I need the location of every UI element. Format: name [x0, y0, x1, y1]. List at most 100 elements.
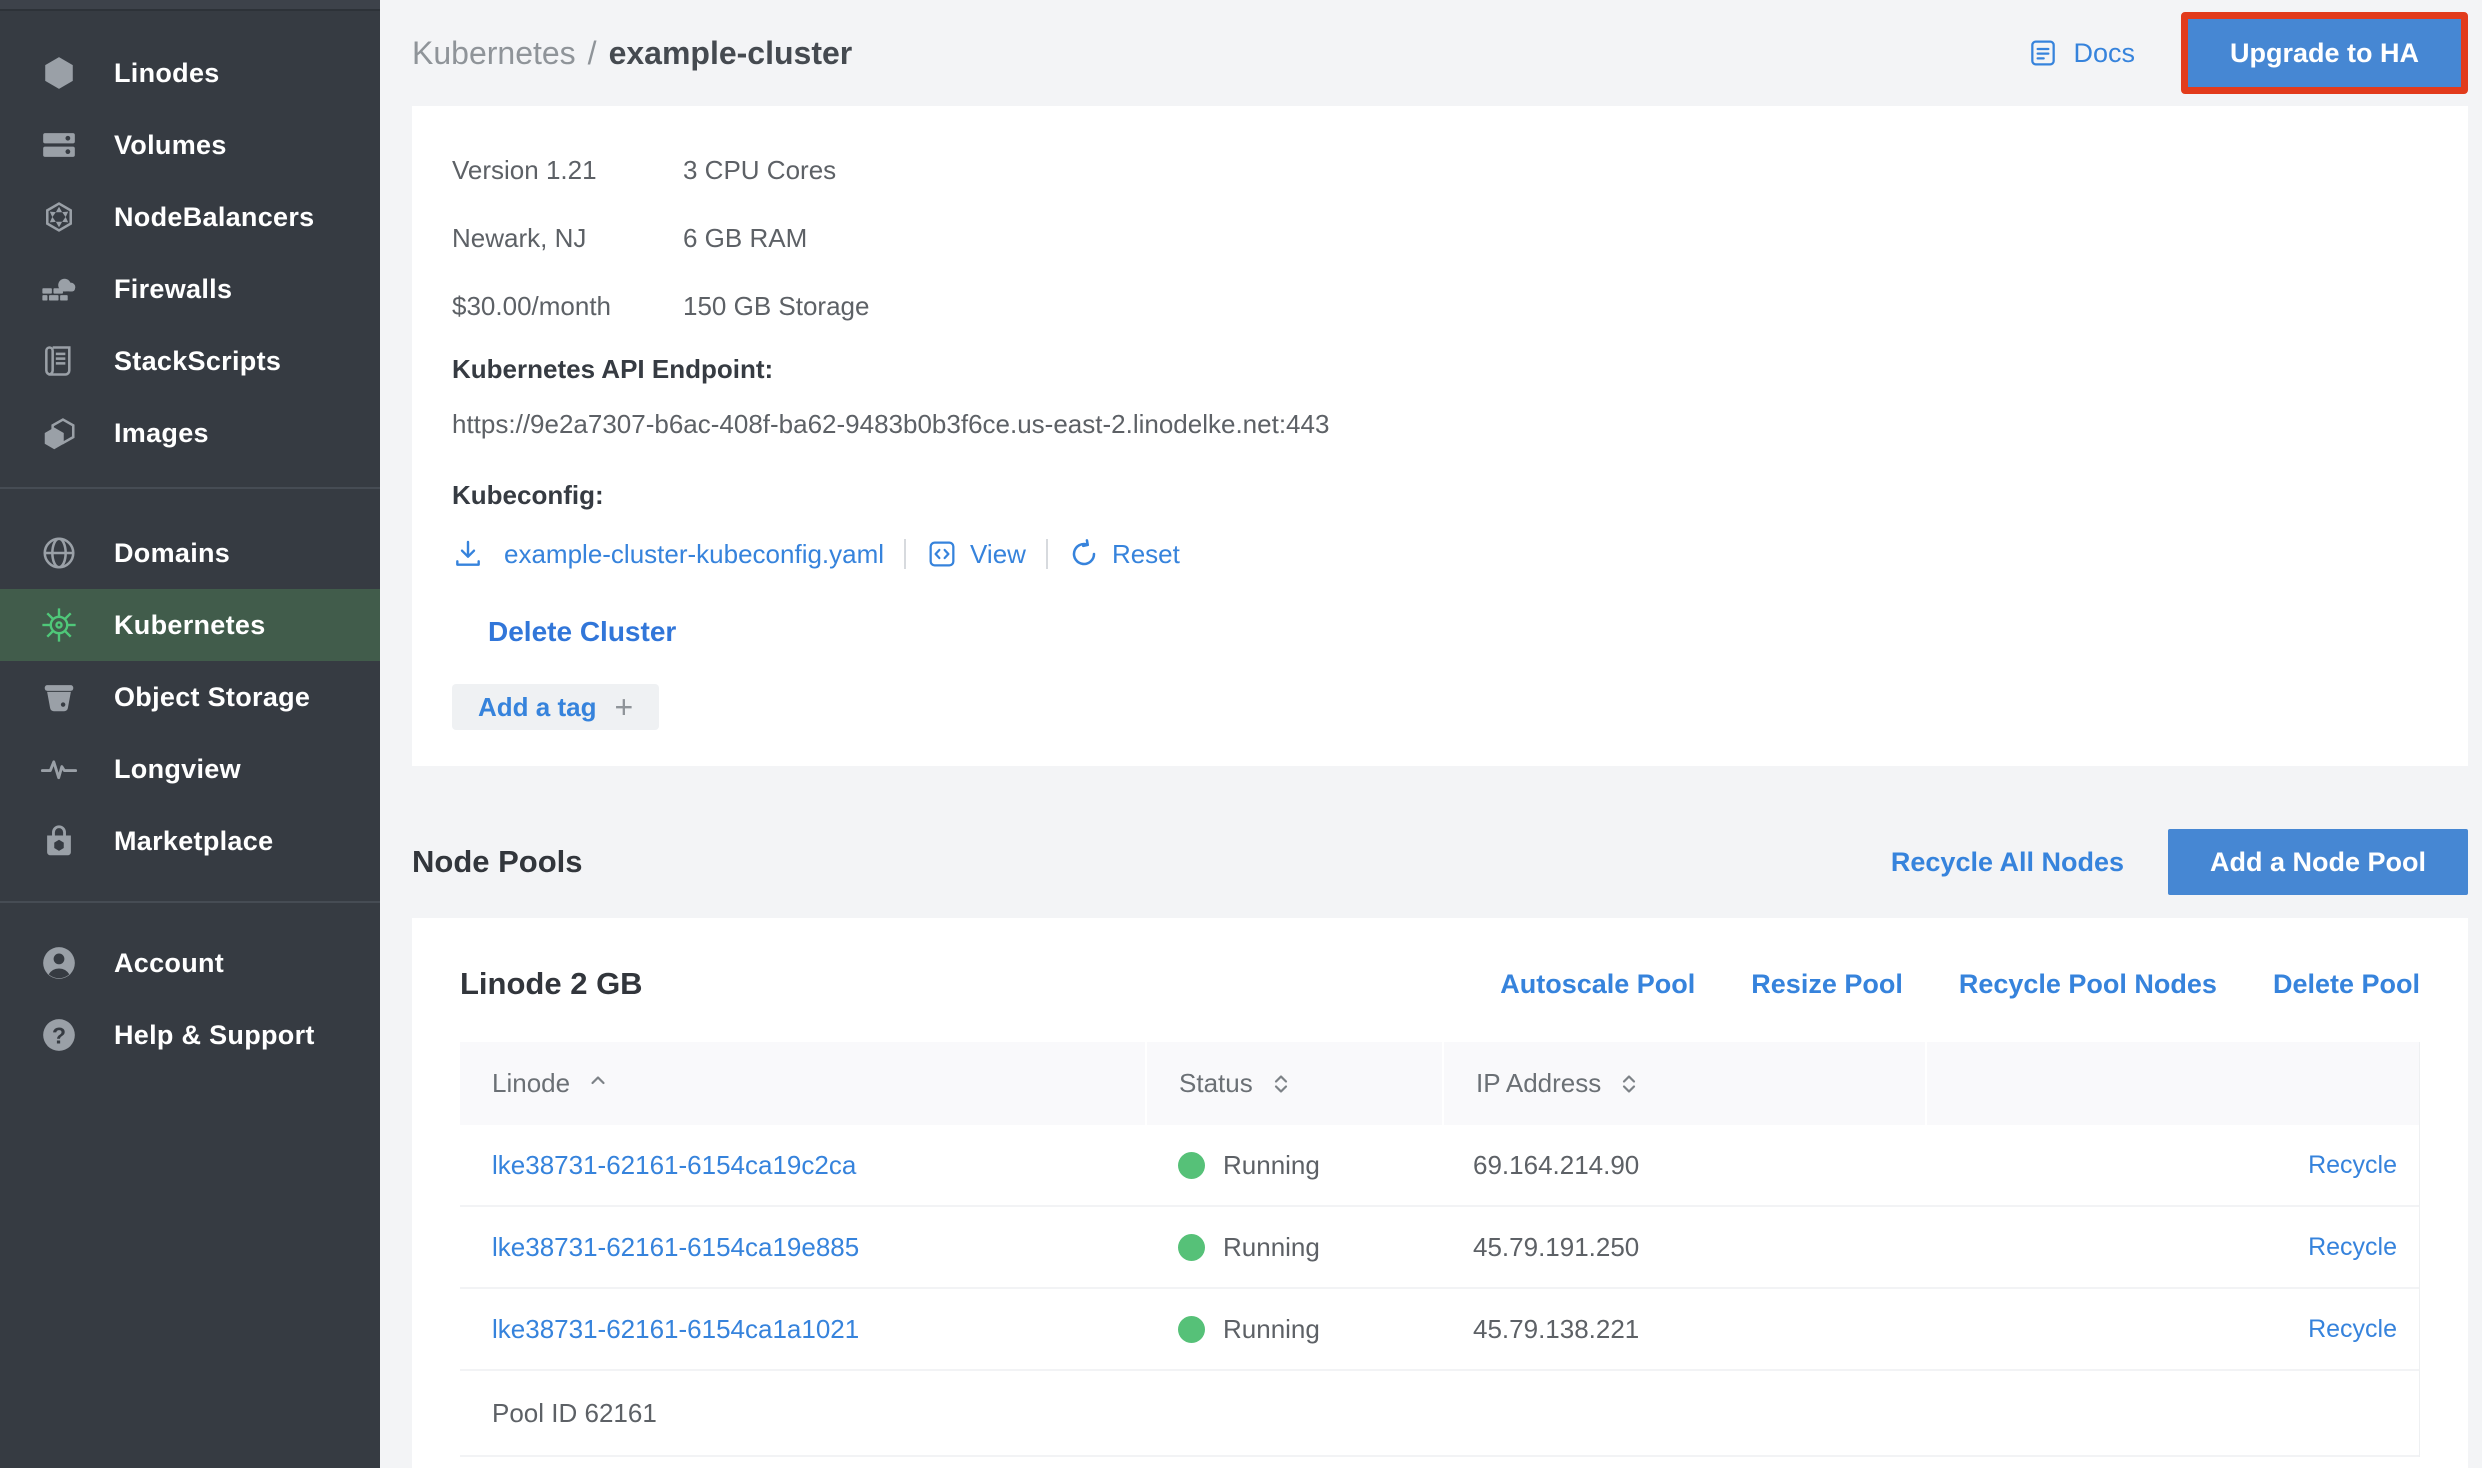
user-avatar-icon	[40, 944, 78, 982]
sort-ascending-icon	[586, 1068, 610, 1092]
bucket-icon	[40, 678, 78, 716]
add-node-pool-button[interactable]: Add a Node Pool	[2168, 829, 2468, 895]
pool-name: Linode 2 GB	[460, 966, 643, 1002]
download-icon	[452, 538, 484, 570]
recycle-node-link[interactable]: Recycle	[2308, 1315, 2397, 1343]
autoscale-pool-link[interactable]: Autoscale Pool	[1500, 969, 1695, 1000]
node-pools-header: Node Pools Recycle All Nodes Add a Node …	[412, 828, 2468, 896]
kubeconfig-download-link[interactable]: example-cluster-kubeconfig.yaml	[504, 539, 884, 570]
header-actions: Docs Upgrade to HA	[2027, 12, 2468, 94]
main-content: Kubernetes / example-cluster Docs Upgrad…	[380, 0, 2482, 1468]
pool-action-links: Autoscale Pool Resize Pool Recycle Pool …	[1500, 969, 2420, 1000]
vertical-divider	[904, 539, 906, 569]
add-tag-button[interactable]: Add a tag +	[452, 684, 659, 730]
sidebar-item-nodebalancers[interactable]: NodeBalancers	[0, 181, 380, 253]
status-cell: Running	[1145, 1150, 1442, 1181]
reset-label: Reset	[1112, 539, 1180, 570]
breadcrumb-parent-link[interactable]: Kubernetes	[412, 35, 576, 72]
sidebar-item-label: Object Storage	[114, 682, 310, 713]
column-label: IP Address	[1476, 1068, 1601, 1099]
cluster-price: $30.00/month	[452, 286, 683, 327]
recycle-pool-nodes-link[interactable]: Recycle Pool Nodes	[1959, 969, 2217, 1000]
sidebar-divider	[0, 901, 380, 903]
api-endpoint-label: Kubernetes API Endpoint:	[452, 349, 2428, 390]
sidebar-item-account[interactable]: Account	[0, 927, 380, 999]
docs-link[interactable]: Docs	[2027, 37, 2135, 69]
table-row: lke38731-62161-6154ca1a1021 Running 45.7…	[460, 1289, 2419, 1371]
sidebar-item-longview[interactable]: Longview	[0, 733, 380, 805]
sidebar-item-linodes[interactable]: Linodes	[0, 37, 380, 109]
nodebalancers-icon	[40, 198, 78, 236]
sidebar-item-help-support[interactable]: ? Help & Support	[0, 999, 380, 1071]
sidebar-top-strip	[0, 0, 380, 11]
page-header: Kubernetes / example-cluster Docs Upgrad…	[412, 0, 2468, 106]
sidebar-item-object-storage[interactable]: Object Storage	[0, 661, 380, 733]
sidebar-item-marketplace[interactable]: Marketplace	[0, 805, 380, 877]
status-running-dot	[1178, 1152, 1205, 1179]
sidebar-item-label: Volumes	[114, 130, 227, 161]
firewalls-icon	[40, 270, 78, 308]
column-header-linode[interactable]: Linode	[460, 1042, 1145, 1125]
cluster-cpu: 3 CPU Cores	[683, 150, 869, 191]
sidebar-item-label: Help & Support	[114, 1020, 315, 1051]
sidebar-item-kubernetes[interactable]: Kubernetes	[0, 589, 380, 661]
sidebar-group-compute: Linodes Volumes	[0, 37, 380, 469]
kubeconfig-view-action[interactable]: View	[926, 538, 1026, 570]
table-row: lke38731-62161-6154ca19e885 Running 45.7…	[460, 1207, 2419, 1289]
status-running-dot	[1178, 1234, 1205, 1261]
column-header-ip-address[interactable]: IP Address	[1442, 1042, 1925, 1125]
sidebar-group-services: Domains Kubernetes	[0, 517, 380, 877]
column-header-status[interactable]: Status	[1145, 1042, 1442, 1125]
sort-both-icon	[1617, 1072, 1641, 1096]
sidebar-item-label: Marketplace	[114, 826, 273, 857]
status-label: Running	[1223, 1314, 1320, 1345]
column-header-actions	[1925, 1042, 2419, 1125]
recycle-all-nodes-link[interactable]: Recycle All Nodes	[1891, 847, 2124, 878]
document-icon	[2027, 37, 2059, 69]
pool-nodes-table: Linode Status IP Address	[460, 1042, 2420, 1457]
delete-cluster-row: Delete Cluster	[488, 610, 2428, 654]
node-link[interactable]: lke38731-62161-6154ca19c2ca	[492, 1150, 856, 1180]
status-label: Running	[1223, 1232, 1320, 1263]
breadcrumb-separator: /	[588, 35, 597, 72]
sidebar-item-stackscripts[interactable]: StackScripts	[0, 325, 380, 397]
question-mark-icon: ?	[40, 1016, 78, 1054]
sidebar-item-firewalls[interactable]: Firewalls	[0, 253, 380, 325]
linode-cube-icon	[40, 54, 78, 92]
pulse-icon	[40, 750, 78, 788]
recycle-node-link[interactable]: Recycle	[2308, 1233, 2397, 1261]
cluster-storage: 150 GB Storage	[683, 286, 869, 327]
node-link[interactable]: lke38731-62161-6154ca19e885	[492, 1232, 859, 1262]
svg-text:?: ?	[52, 1023, 66, 1049]
delete-cluster-link[interactable]: Delete Cluster	[488, 616, 676, 648]
sidebar-item-label: NodeBalancers	[114, 202, 314, 233]
sidebar-divider	[0, 487, 380, 489]
sidebar-group-account: Account ? Help & Support	[0, 927, 380, 1071]
shopping-bag-icon	[40, 822, 78, 860]
upgrade-to-ha-button[interactable]: Upgrade to HA	[2188, 19, 2461, 87]
column-label: Linode	[492, 1068, 570, 1099]
stackscripts-icon	[40, 342, 78, 380]
recycle-node-link[interactable]: Recycle	[2308, 1151, 2397, 1179]
node-link[interactable]: lke38731-62161-6154ca1a1021	[492, 1314, 859, 1344]
sidebar-item-domains[interactable]: Domains	[0, 517, 380, 589]
breadcrumb: Kubernetes / example-cluster	[412, 35, 852, 72]
sidebar-item-label: Domains	[114, 538, 230, 569]
sidebar-item-label: Account	[114, 948, 224, 979]
cluster-ram: 6 GB RAM	[683, 218, 869, 259]
sidebar-item-images[interactable]: Images	[0, 397, 380, 469]
status-label: Running	[1223, 1150, 1320, 1181]
delete-pool-link[interactable]: Delete Pool	[2273, 969, 2420, 1000]
page-title: example-cluster	[609, 35, 853, 72]
sidebar-item-label: Kubernetes	[114, 610, 266, 641]
pool-id-footer: Pool ID 62161	[460, 1371, 2419, 1457]
sort-both-icon	[1269, 1072, 1293, 1096]
sidebar-item-label: Linodes	[114, 58, 220, 89]
globe-icon	[40, 534, 78, 572]
kubeconfig-reset-action[interactable]: Reset	[1068, 538, 1180, 570]
docs-label: Docs	[2073, 38, 2135, 69]
sidebar-item-volumes[interactable]: Volumes	[0, 109, 380, 181]
code-view-icon	[926, 538, 958, 570]
resize-pool-link[interactable]: Resize Pool	[1751, 969, 1903, 1000]
plus-icon: +	[614, 689, 633, 726]
